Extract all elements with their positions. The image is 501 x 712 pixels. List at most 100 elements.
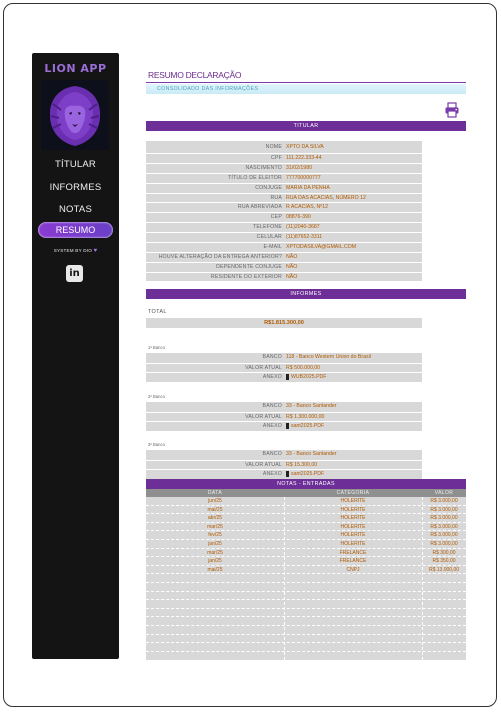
cell-categoria: CNPJ <box>346 566 360 573</box>
bank-field-text: sant2025.PDF <box>291 471 325 478</box>
system-by-text: SYSTEM BY DIO <box>53 248 92 253</box>
column-header-valor: VALOR <box>434 490 454 496</box>
nav-resumo[interactable]: RESUMO <box>38 222 113 238</box>
column-header-categoria: CATEGORIA <box>336 490 370 496</box>
titular-field-row: RUA ABREVIADA R ACACIAS, Nº12 <box>146 202 422 212</box>
bank-field-row: BANCO 33 - Banco Santander <box>146 450 422 460</box>
field-value: NÃO <box>286 273 298 280</box>
field-label: RESIDENTE DO EXTERIOR <box>210 273 282 280</box>
total-label: TOTAL <box>148 309 167 315</box>
table-row: abr/25 HOLERITE R$ 3.000,00 <box>146 514 466 523</box>
titular-field-row: CEP 08876-390 <box>146 212 422 222</box>
printer-icon[interactable] <box>444 102 460 118</box>
cell-data: jan/25 <box>208 558 222 565</box>
bank-field-label: BANCO <box>262 451 282 457</box>
bank-panel: BANCO 33 - Banco Santander VALOR ATUAL R$ 1… <box>146 450 422 479</box>
bank-field-text: 33 - Banco Santander <box>286 403 337 409</box>
titular-field-row: NOME XPTO DA SILVA <box>146 143 422 153</box>
titular-field-row: DEPENDENTE CONJUGE NÃO <box>146 261 422 272</box>
heart-icon: ♥ <box>93 248 98 254</box>
empty-table-row <box>146 600 466 609</box>
bank-caption: 3º Banco <box>148 442 165 447</box>
field-label: NOME <box>265 144 282 150</box>
cell-categoria: HOLERITE <box>340 515 366 522</box>
bank-field-text: 118 - Banco Western Union do Brasil <box>286 354 371 360</box>
empty-table-row <box>146 643 466 652</box>
bank-field-text: R$ 1.300.000,00 <box>286 413 325 420</box>
bank-field-row: VALOR ATUAL R$ 500.000,00 <box>146 362 422 373</box>
cell-data: mai/25 <box>207 566 223 573</box>
table-row: jan/25 FRELANCE R$ 350,00 <box>146 557 466 566</box>
linkedin-icon[interactable]: in <box>66 265 83 282</box>
bank-field-value: 118 - Banco Western Union do Brasil <box>286 353 371 363</box>
table-row: fev/25 HOLERITE R$ 3.000,00 <box>146 531 466 540</box>
cell-valor: R$ 350,00 <box>432 558 456 565</box>
bank-field-row: ANEXO sant2025.PDF <box>146 421 422 431</box>
attachment-icon <box>286 422 289 429</box>
column-header-data: DATA <box>207 490 223 496</box>
cell-data: mar/25 <box>207 523 223 530</box>
table-row: mai/25 CNPJ R$ 13.000,00 <box>146 566 466 575</box>
bank-field-row: ANEXO sant2025.PDF <box>146 469 422 479</box>
cell-categoria: HOLERITE <box>340 541 366 547</box>
bank-field-text: R$ 15.300,00 <box>286 461 318 468</box>
cell-categoria: FRELANCE <box>339 558 367 565</box>
bank-field-text: sant2025.PDF <box>291 423 325 430</box>
bank-panel: BANCO 33 - Banco Santander VALOR ATUAL R$ 1… <box>146 402 422 431</box>
titular-field-row: NASCIMENTO 31/02/1980 <box>146 162 422 173</box>
cell-data: fev/25 <box>208 532 222 539</box>
empty-table-row <box>146 626 466 635</box>
section-header-notas: NOTAS - ENTRADAS <box>146 479 466 489</box>
bank-field-label: ANEXO <box>262 423 282 430</box>
cell-valor: R$ 13.000,00 <box>428 566 460 573</box>
bank-panel: BANCO 118 - Banco Western Union do Brasil… <box>146 353 422 382</box>
cell-valor: R$ 300,00 <box>432 549 456 556</box>
nav-titular[interactable]: TÍTULAR <box>32 159 119 170</box>
table-row: jan/25 HOLERITE R$ 3.000,00 <box>146 540 466 549</box>
cell-valor: R$ 3.000,00 <box>430 498 458 504</box>
bank-caption: 1º Banco <box>148 345 165 350</box>
bank-field-value: 33 - Banco Santander <box>286 450 336 460</box>
cell-data: jan/25 <box>208 541 222 547</box>
titular-field-row: CPF 111.222.333-44 <box>146 152 422 163</box>
cell-categoria: FRELANCE <box>339 549 367 556</box>
cell-data: mai/25 <box>207 506 223 513</box>
empty-table-row <box>146 609 466 618</box>
bank-field-row: VALOR ATUAL R$ 15.300,00 <box>146 459 422 470</box>
cell-valor: R$ 3.000,00 <box>430 515 458 522</box>
bank-field-text: WUB2025.PDF <box>291 374 327 381</box>
app-title: LION APP <box>44 62 107 75</box>
cell-data: jun/25 <box>208 498 222 504</box>
bank-field-value[interactable]: sant2025.PDF <box>286 422 324 432</box>
section-header-titular: TITULAR <box>146 121 466 131</box>
bank-field-label: BANCO <box>262 403 282 409</box>
table-row: mar/25 FRELANCE R$ 300,00 <box>146 549 466 558</box>
table-row: mai/25 HOLERITE R$ 3.000,00 <box>146 506 466 515</box>
empty-table-row <box>146 617 466 626</box>
titular-field-row: E-MAIL XPTODASILVA@GMAIL.COM <box>146 242 422 252</box>
cell-valor: R$ 3.000,00 <box>430 506 458 513</box>
page-title: RESUMO DECLARAÇÃO <box>148 70 242 80</box>
titular-field-row: CONJUGE MARIA DA PENHA <box>146 182 422 193</box>
titular-field-row: RESIDENTE DO EXTERIOR NÃO <box>146 271 422 282</box>
empty-table-row <box>146 574 466 583</box>
nav-informes[interactable]: INFORMES <box>32 182 119 193</box>
bank-field-row: BANCO 33 - Banco Santander <box>146 402 422 412</box>
system-by-credit: SYSTEM BY DIO ♥ <box>32 248 119 254</box>
table-row: mar/25 HOLERITE R$ 3.000,00 <box>146 523 466 532</box>
lion-icon <box>41 80 109 150</box>
nav-notas[interactable]: NOTAS <box>32 204 119 215</box>
bank-field-row: ANEXO WUB2025.PDF <box>146 372 422 382</box>
lion-logo <box>41 80 109 150</box>
titular-field-row: HOUVE ALTERAÇÃO DA ENTREGA ANTERIOR? NÃO <box>146 251 422 262</box>
notes-body: jun/25 HOLERITE R$ 3.000,00 mai/25 HOLERITE R… <box>146 497 466 660</box>
cell-categoria: HOLERITE <box>340 532 366 539</box>
cell-data: mar/25 <box>207 549 223 556</box>
page-subtitle: CONSOLIDADO DAS INFORMAÇÕES <box>146 84 466 94</box>
titular-panel: NOME XPTO DA SILVA CPF 111.222.333-44 NASCIM… <box>146 141 422 281</box>
table-row: jun/25 HOLERITE R$ 3.000,00 <box>146 497 466 506</box>
empty-table-row <box>146 635 466 644</box>
section-header-informes: INFORMES <box>146 289 466 299</box>
bank-field-value[interactable]: WUB2025.PDF <box>286 373 326 383</box>
total-value: R$1.815.300,00 <box>146 318 422 328</box>
